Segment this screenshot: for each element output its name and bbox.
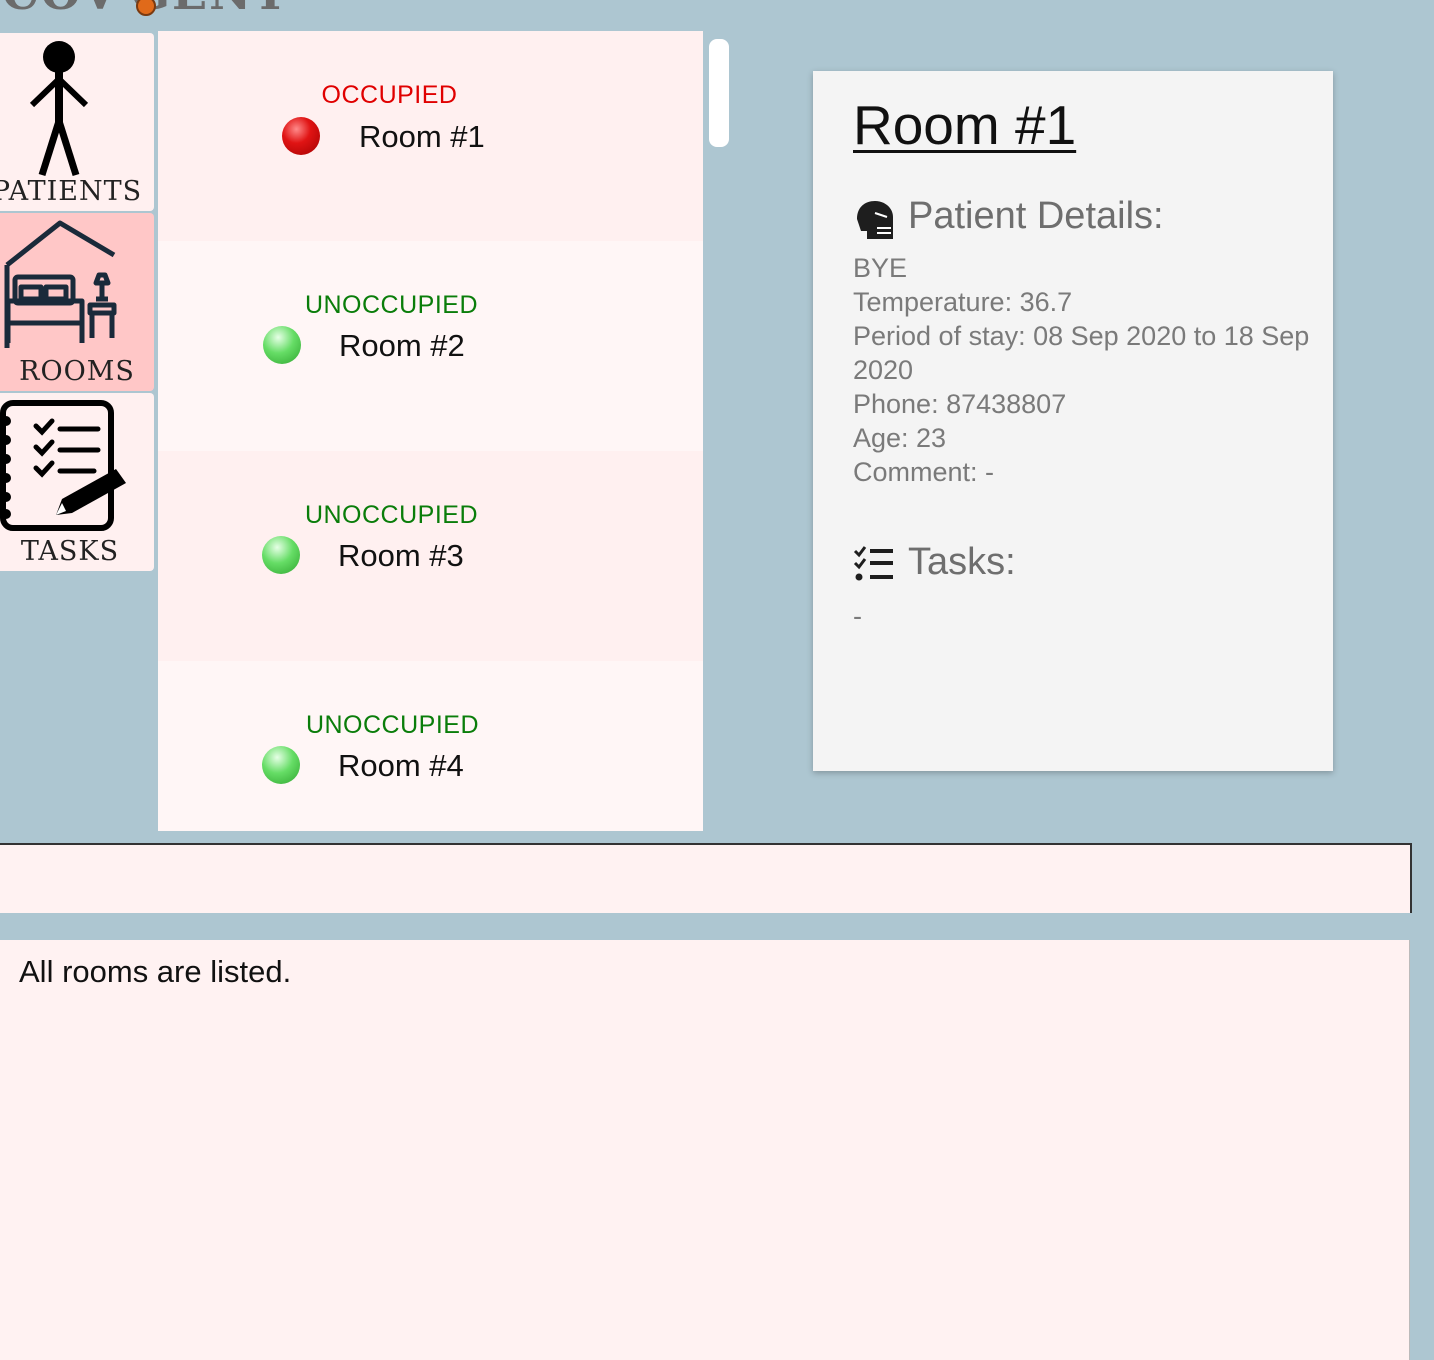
command-input[interactable]: [0, 843, 1412, 913]
tasks-value: -: [853, 601, 862, 631]
unoccupied-indicator-icon: [262, 746, 300, 784]
patient-name: BYE: [853, 253, 908, 283]
room-name: Room #1: [359, 119, 485, 154]
task-list-icon: [853, 546, 893, 581]
sidebar-item-tasks[interactable]: TASKS: [0, 393, 154, 571]
patient-period: Period of stay: 08 Sep 2020 to 18 Sep: [853, 321, 1310, 351]
details-title: Room #1: [853, 94, 1077, 156]
patient-phone: Phone: 87438807: [853, 389, 1067, 419]
bed-house-icon: [4, 220, 117, 348]
room-card[interactable]: UNOCCUPIED Room #4: [158, 661, 703, 831]
stick-figure-icon: [29, 41, 89, 177]
sidebar-item-label: ROOMS: [19, 356, 135, 387]
unoccupied-indicator-icon: [262, 536, 300, 574]
room-list-scrollbar[interactable]: [709, 39, 729, 147]
room-status: UNOCCUPIED: [304, 291, 479, 319]
sidebar-item-label: PATIENTS: [0, 176, 143, 207]
patient-mask-icon: [857, 201, 893, 239]
room-details-panel: Room #1 Patient Details: BYE Temperature…: [813, 71, 1333, 771]
room-list: OCCUPIED Room #1 UNOCCUPIED Room #2 UNOC…: [158, 31, 703, 831]
sidebar-item-patients[interactable]: PATIENTS: [0, 33, 154, 211]
patient-comment: Comment: -: [853, 457, 995, 487]
checklist-notebook-icon: [0, 400, 126, 531]
result-display: All rooms are listed.: [0, 940, 1410, 1360]
unoccupied-indicator-icon: [263, 326, 301, 364]
occupied-indicator-icon: [282, 117, 320, 155]
result-message: All rooms are listed.: [19, 954, 292, 989]
room-card[interactable]: OCCUPIED Room #1: [158, 31, 703, 241]
patient-age: Age: 23: [853, 423, 947, 453]
room-card[interactable]: UNOCCUPIED Room #2: [158, 241, 703, 451]
sidebar-item-rooms[interactable]: ROOMS: [0, 213, 154, 391]
patient-temperature: Temperature: 36.7: [853, 287, 1073, 317]
patient-period-continued: 2020: [853, 355, 914, 385]
room-status: OCCUPIED: [321, 81, 458, 109]
room-name: Room #3: [338, 538, 464, 573]
room-status: UNOCCUPIED: [305, 711, 480, 739]
sidebar-item-label: TASKS: [20, 536, 120, 567]
room-status: UNOCCUPIED: [304, 501, 479, 529]
room-name: Room #4: [338, 748, 464, 783]
room-name: Room #2: [339, 328, 465, 363]
room-card[interactable]: UNOCCUPIED Room #3: [158, 451, 703, 661]
